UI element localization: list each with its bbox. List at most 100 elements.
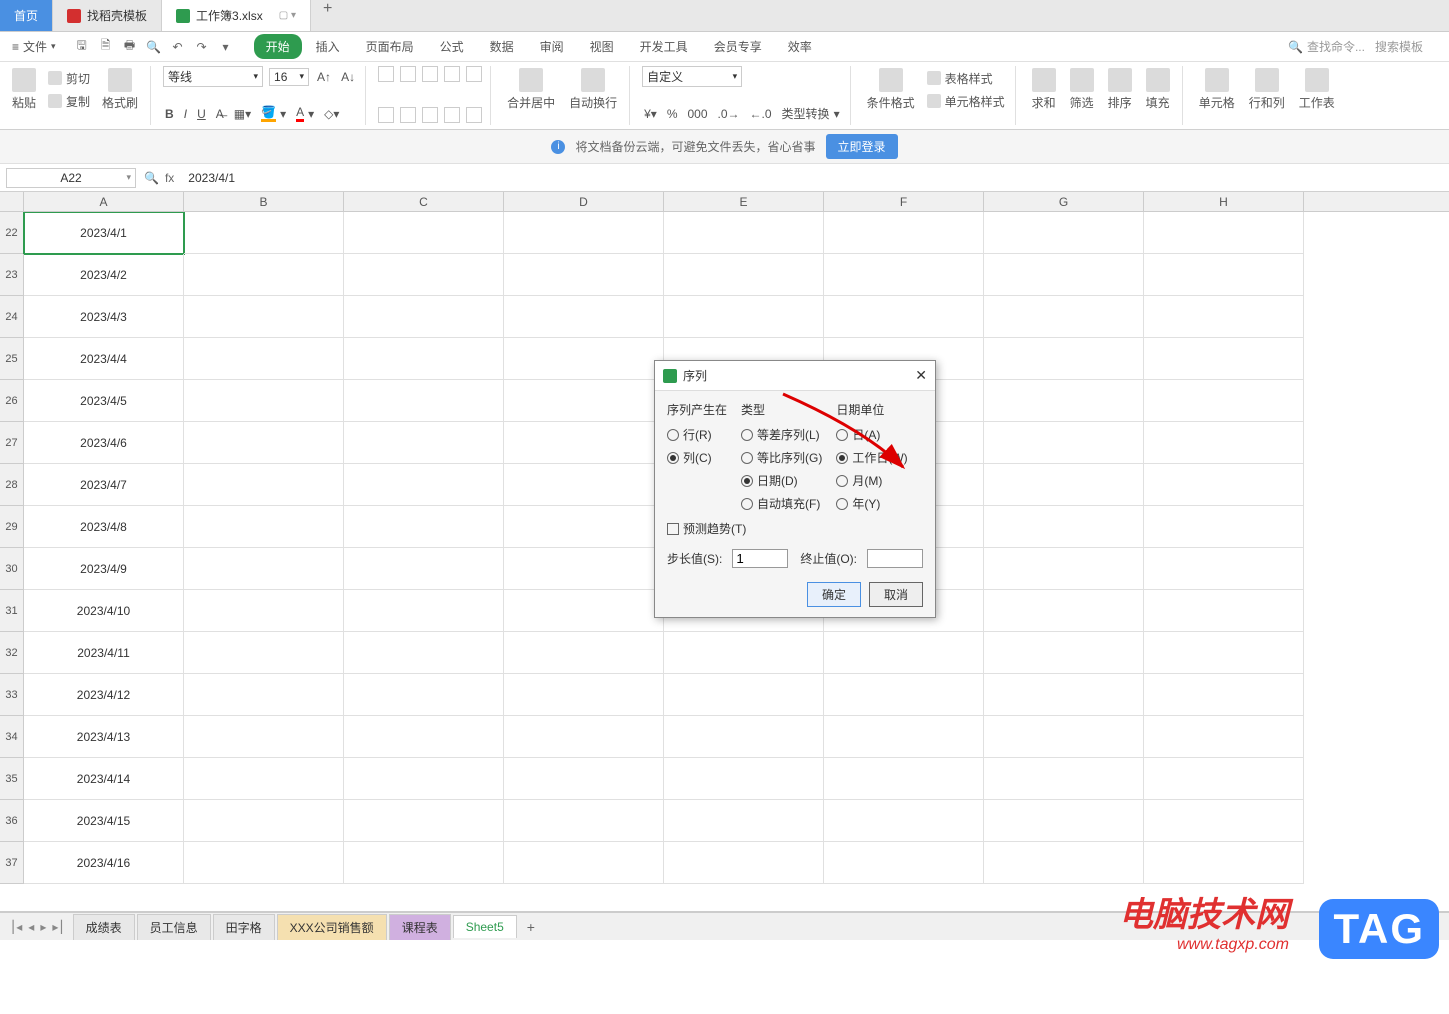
cell[interactable] <box>504 380 664 422</box>
sheet-tab[interactable]: 成绩表 <box>73 914 135 940</box>
cell[interactable] <box>984 422 1144 464</box>
ribbon-tab-formula[interactable]: 公式 <box>428 34 476 59</box>
sheet-tab[interactable]: 员工信息 <box>137 914 211 940</box>
indent-right-icon[interactable] <box>466 66 482 82</box>
cell[interactable] <box>984 380 1144 422</box>
font-name-select[interactable]: 等线▾ <box>163 66 263 87</box>
align-left-icon[interactable] <box>378 107 394 123</box>
sheet-tab[interactable]: 课程表 <box>389 914 451 940</box>
ribbon-tab-member[interactable]: 会员专享 <box>702 34 774 59</box>
cell[interactable] <box>664 758 824 800</box>
row-header[interactable]: 33 <box>0 674 24 716</box>
radio-geometric[interactable]: 等比序列(G) <box>741 449 822 466</box>
row-header[interactable]: 29 <box>0 506 24 548</box>
bold-button[interactable]: B <box>163 106 176 122</box>
ribbon-tab-insert[interactable]: 插入 <box>304 34 352 59</box>
cell[interactable] <box>344 296 504 338</box>
cell[interactable] <box>664 296 824 338</box>
cell[interactable] <box>344 674 504 716</box>
cell[interactable] <box>824 800 984 842</box>
cell[interactable] <box>504 212 664 254</box>
number-format-select[interactable]: 自定义▾ <box>642 66 742 87</box>
cell[interactable] <box>344 758 504 800</box>
cell[interactable] <box>984 590 1144 632</box>
cell[interactable] <box>344 590 504 632</box>
ribbon-tab-review[interactable]: 审阅 <box>528 34 576 59</box>
row-header[interactable]: 24 <box>0 296 24 338</box>
align-center-icon[interactable] <box>400 107 416 123</box>
cell[interactable] <box>184 590 344 632</box>
qat-preview-icon[interactable]: 🔍 <box>146 39 162 55</box>
cell[interactable] <box>984 842 1144 884</box>
ribbon-tab-layout[interactable]: 页面布局 <box>354 34 426 59</box>
name-box[interactable]: A22▾ <box>6 168 136 188</box>
italic-button[interactable]: I <box>182 106 189 122</box>
ok-button[interactable]: 确定 <box>807 582 861 607</box>
cell[interactable] <box>984 548 1144 590</box>
cell[interactable] <box>184 338 344 380</box>
row-header[interactable]: 25 <box>0 338 24 380</box>
cell[interactable] <box>184 842 344 884</box>
align-right-icon[interactable] <box>422 107 438 123</box>
row-header[interactable]: 31 <box>0 590 24 632</box>
radio-workday[interactable]: 工作日(W) <box>836 449 907 466</box>
cell[interactable] <box>824 296 984 338</box>
format-painter-button[interactable]: 格式刷 <box>98 66 142 113</box>
row-header[interactable]: 37 <box>0 842 24 884</box>
cell[interactable] <box>664 842 824 884</box>
tab-new[interactable]: + <box>311 0 344 31</box>
sheet-first-icon[interactable]: ⎮◂ <box>10 920 22 934</box>
cell[interactable] <box>1144 548 1304 590</box>
row-header[interactable]: 30 <box>0 548 24 590</box>
col-header[interactable]: E <box>664 192 824 211</box>
cell[interactable]: 2023/4/10 <box>24 590 184 632</box>
sort-button[interactable]: 排序 <box>1104 66 1136 113</box>
table-style-button[interactable]: 表格样式 <box>925 69 1007 88</box>
qat-redo-icon[interactable]: ↷ <box>194 39 210 55</box>
sheet-tab[interactable]: XXX公司销售额 <box>277 914 387 940</box>
indent-left-icon[interactable] <box>444 66 460 82</box>
ribbon-tab-dev[interactable]: 开发工具 <box>628 34 700 59</box>
cell[interactable] <box>664 800 824 842</box>
cell[interactable] <box>1144 422 1304 464</box>
cell[interactable]: 2023/4/5 <box>24 380 184 422</box>
cell[interactable] <box>984 296 1144 338</box>
radio-year[interactable]: 年(Y) <box>836 495 907 512</box>
cell[interactable] <box>664 632 824 674</box>
cell[interactable] <box>824 674 984 716</box>
comma-button[interactable]: 000 <box>685 106 709 122</box>
cell[interactable]: 2023/4/15 <box>24 800 184 842</box>
cell[interactable] <box>184 716 344 758</box>
cell[interactable] <box>184 380 344 422</box>
col-header[interactable]: D <box>504 192 664 211</box>
login-button[interactable]: 立即登录 <box>826 134 898 159</box>
row-header[interactable]: 36 <box>0 800 24 842</box>
row-header[interactable]: 22 <box>0 212 24 254</box>
radio-day[interactable]: 日(A) <box>836 426 907 443</box>
qat-saveas-icon[interactable]: 🗎 <box>98 39 114 55</box>
sheet-last-icon[interactable]: ▸⎮ <box>52 920 64 934</box>
cell[interactable]: 2023/4/13 <box>24 716 184 758</box>
cell[interactable] <box>344 506 504 548</box>
cell[interactable] <box>504 254 664 296</box>
cell[interactable] <box>984 674 1144 716</box>
sheet-tab[interactable]: 田字格 <box>213 914 275 940</box>
col-header[interactable]: B <box>184 192 344 211</box>
cell[interactable] <box>344 422 504 464</box>
orientation-icon[interactable] <box>466 107 482 123</box>
close-button[interactable]: ✕ <box>915 367 927 384</box>
decimal-dec-button[interactable]: ←.0 <box>748 106 774 122</box>
cell[interactable] <box>504 338 664 380</box>
formula-input[interactable]: 2023/4/1 <box>182 169 1443 187</box>
align-top-icon[interactable] <box>378 66 394 82</box>
cell[interactable] <box>984 212 1144 254</box>
cell[interactable] <box>184 800 344 842</box>
cell[interactable] <box>504 842 664 884</box>
radio-column[interactable]: 列(C) <box>667 449 727 466</box>
stop-input[interactable] <box>867 549 923 568</box>
cell[interactable] <box>184 296 344 338</box>
cell[interactable] <box>184 674 344 716</box>
cell[interactable] <box>984 464 1144 506</box>
cell[interactable] <box>664 212 824 254</box>
cell[interactable]: 2023/4/11 <box>24 632 184 674</box>
